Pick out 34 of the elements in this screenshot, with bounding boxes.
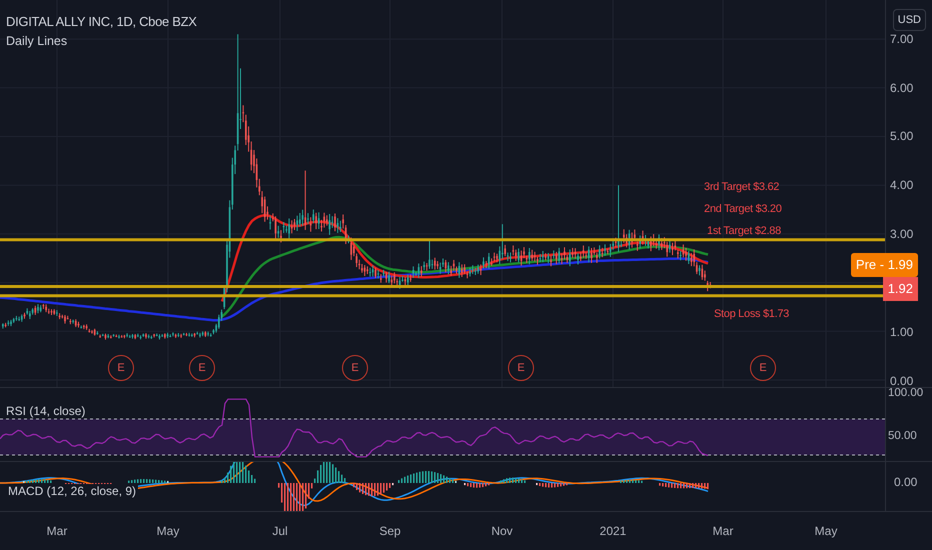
time-label: May bbox=[156, 524, 180, 538]
price-label: 0.00 bbox=[890, 374, 914, 388]
earnings-marker[interactable]: E bbox=[508, 355, 534, 381]
price-annotation: 3rd Target $3.62 bbox=[704, 181, 780, 193]
currency-button[interactable]: USD bbox=[892, 9, 926, 31]
time-label: May bbox=[814, 524, 838, 538]
macd-scale-label: 0.00 bbox=[894, 475, 918, 489]
earnings-marker[interactable]: E bbox=[342, 355, 368, 381]
price-label: 3.00 bbox=[890, 226, 914, 241]
premarket-price-badge: Pre - 1.99 bbox=[850, 253, 918, 277]
time-label: Nov bbox=[490, 524, 514, 538]
indicator-label: MACD (12, 26, close, 9) bbox=[6, 484, 138, 498]
price-annotation: 2nd Target $3.20 bbox=[704, 203, 782, 215]
rsi-scale-label: 100.00 bbox=[888, 386, 924, 400]
last-price-badge: 1.92 bbox=[882, 277, 918, 301]
time-label: 2021 bbox=[598, 524, 628, 538]
rsi-scale-label: 50.00 bbox=[888, 429, 917, 443]
price-label: 6.00 bbox=[890, 80, 914, 95]
price-annotation: 1st Target $2.88 bbox=[707, 225, 781, 237]
price-label: 5.00 bbox=[890, 129, 914, 144]
chart-title: DIGITAL ALLY INC, 1D, Cboe BZX bbox=[6, 14, 197, 29]
earnings-marker[interactable]: E bbox=[750, 355, 776, 381]
price-label: 7.00 bbox=[890, 32, 914, 46]
time-label: Jul bbox=[271, 524, 289, 538]
time-label: Mar bbox=[712, 524, 734, 538]
indicator-label: Daily Lines bbox=[6, 34, 68, 48]
indicator-label: RSI (14, close) bbox=[6, 404, 86, 418]
time-label: Sep bbox=[378, 524, 402, 538]
earnings-marker[interactable]: E bbox=[108, 355, 134, 381]
price-label: 1.00 bbox=[890, 325, 914, 339]
price-annotation: Stop Loss $1.73 bbox=[714, 308, 790, 320]
earnings-marker[interactable]: E bbox=[189, 355, 215, 381]
price-label: 4.00 bbox=[890, 178, 914, 192]
time-label: Mar bbox=[46, 524, 68, 538]
